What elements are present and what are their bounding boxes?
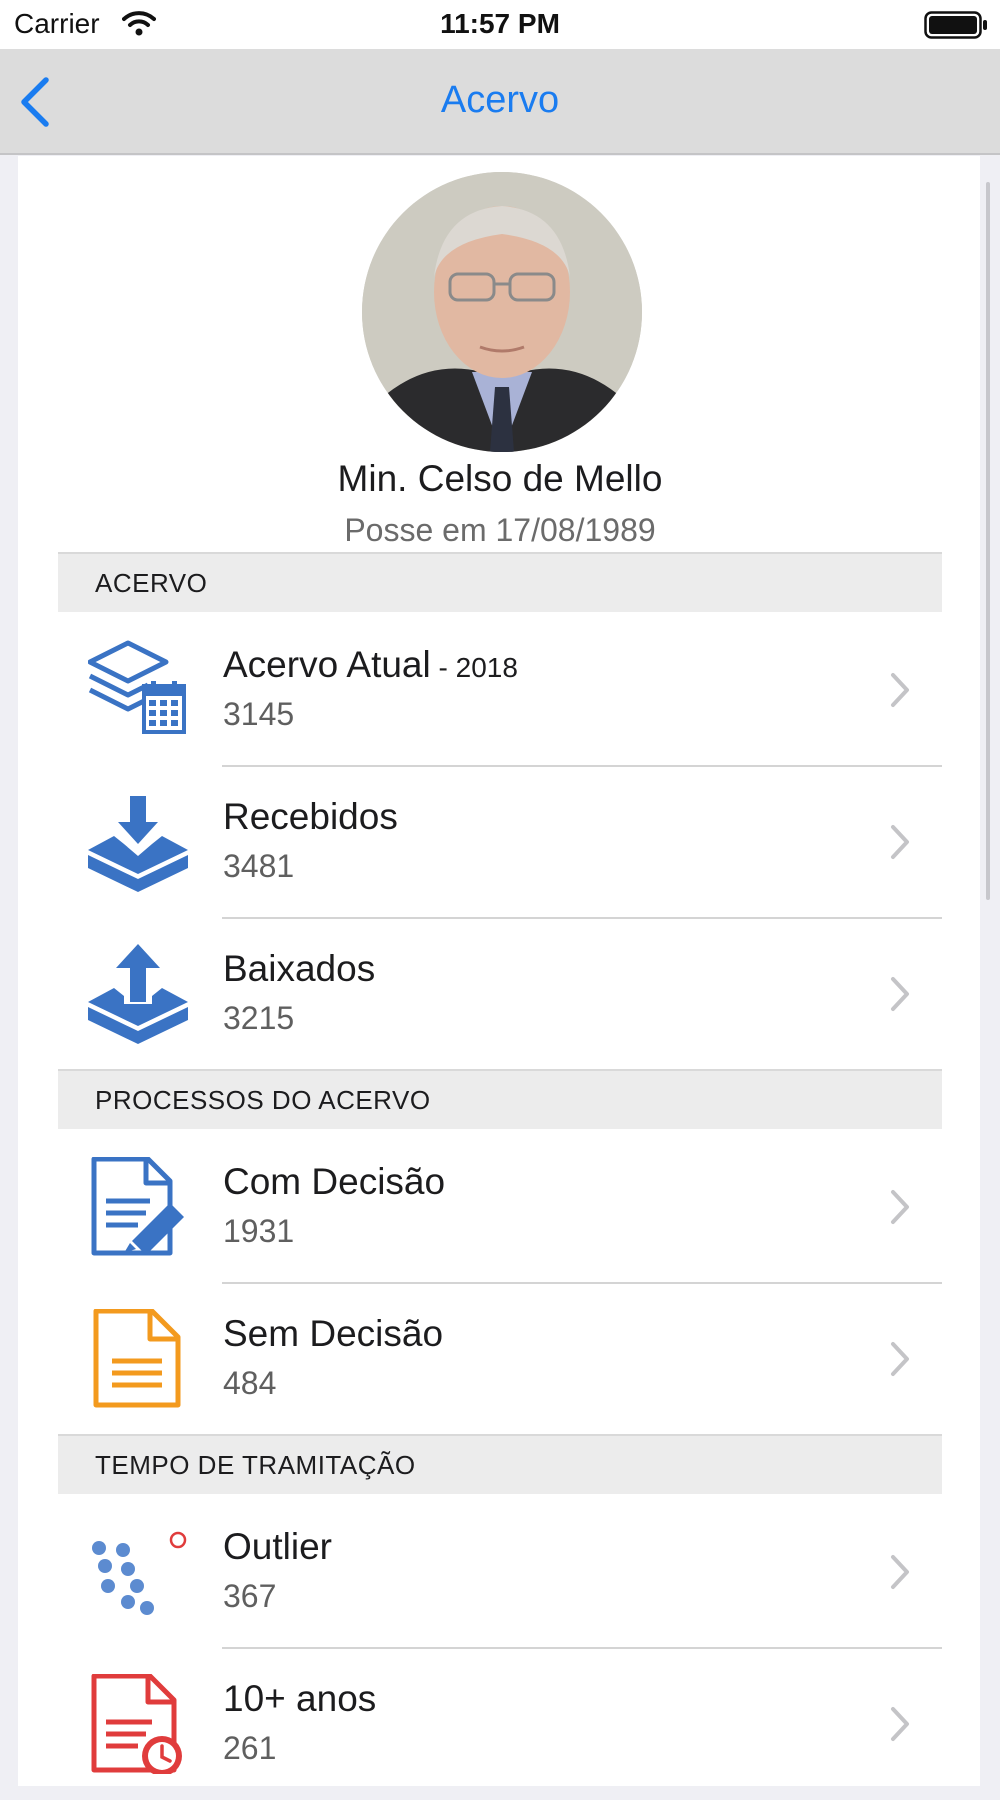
section-header-acervo: ACERVO	[58, 552, 942, 612]
list-item-com-decisao[interactable]: Com Decisão 1931	[58, 1131, 942, 1283]
scatter-outlier-icon	[92, 1531, 187, 1615]
list-item-title: Outlier	[223, 1526, 332, 1567]
chevron-right-icon	[891, 1190, 909, 1224]
section-header-label: PROCESSOS DO ACERVO	[95, 1085, 431, 1115]
document-pen-icon	[91, 1157, 184, 1256]
list-item-title-suffix: - 2018	[430, 652, 518, 683]
list-item-title: 10+ anos	[223, 1678, 377, 1719]
page-title: Acervo	[440, 79, 560, 121]
list-item-10-anos[interactable]: 10+ anos 261	[58, 1648, 942, 1800]
chevron-right-icon	[891, 1707, 909, 1741]
list-item-count: 261	[223, 1730, 277, 1766]
battery-icon	[924, 11, 987, 39]
list-item-count: 367	[223, 1578, 277, 1614]
status-bar: Carrier 11:57 PM	[0, 0, 1000, 49]
chevron-right-icon	[891, 977, 909, 1011]
list-item-count: 484	[223, 1365, 277, 1401]
section-header-label: ACERVO	[95, 568, 208, 598]
document-lines-icon	[93, 1309, 181, 1408]
list-item-title: Recebidos	[223, 796, 398, 837]
chevron-right-icon	[891, 825, 909, 859]
list-item-count: 1931	[223, 1213, 295, 1249]
list-item-title: Baixados	[223, 948, 376, 989]
list-item-recebidos[interactable]: Recebidos 3481	[58, 766, 942, 918]
profile-subtitle: Posse em 17/08/1989	[344, 512, 656, 548]
section-header-tempo: TEMPO DE TRAMITAÇÃO	[58, 1434, 942, 1494]
section-header-label: TEMPO DE TRAMITAÇÃO	[95, 1450, 416, 1480]
section-header-processos: PROCESSOS DO ACERVO	[58, 1069, 942, 1129]
list-item-title-text: Acervo Atual	[223, 644, 431, 685]
document-clock-icon	[91, 1674, 182, 1774]
outbox-upload-icon	[88, 944, 188, 1044]
list-item-title: Sem Decisão	[223, 1313, 444, 1354]
list-item-title: Acervo Atual - 2018	[223, 644, 518, 686]
list-item-title: Com Decisão	[223, 1161, 446, 1202]
list-item-outlier[interactable]: Outlier 367	[58, 1496, 942, 1648]
chevron-right-icon	[891, 1555, 909, 1589]
inbox-download-icon	[88, 796, 188, 892]
chevron-right-icon	[891, 1342, 909, 1376]
list-item-baixados[interactable]: Baixados 3215	[58, 918, 942, 1070]
list-item-count: 3215	[223, 1000, 295, 1036]
list-item-sem-decisao[interactable]: Sem Decisão 484	[58, 1283, 942, 1435]
chevron-right-icon	[891, 673, 909, 707]
stack-calendar-icon	[88, 640, 186, 734]
list-item-count: 3145	[223, 696, 295, 732]
list-item-acervo-atual[interactable]: Acervo Atual - 2018 3145	[58, 614, 942, 766]
list-item-count: 3481	[223, 848, 295, 884]
status-time: 11:57 PM	[440, 8, 560, 39]
avatar	[362, 172, 642, 452]
navigation-bar: Acervo	[0, 49, 1000, 155]
profile-name: Min. Celso de Mello	[337, 458, 663, 499]
